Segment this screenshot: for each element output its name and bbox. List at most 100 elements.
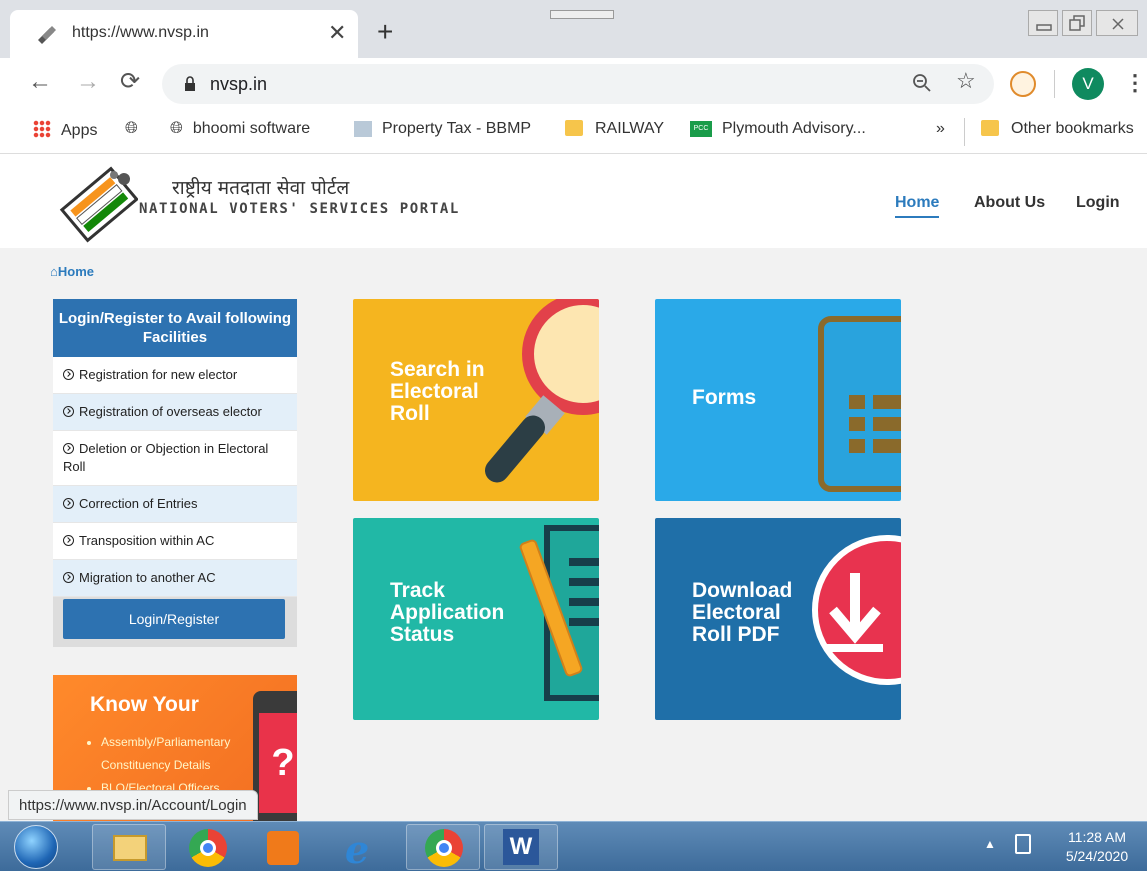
list-item[interactable]: Assembly/Parliamentary Constituency Deta… [101, 731, 261, 777]
bbmp-icon [354, 120, 372, 137]
bookmark-label: Property Tax - BBMP [382, 120, 532, 137]
facility-item-correction[interactable]: Correction of Entries [53, 486, 297, 523]
bookmark-railway[interactable]: RAILWAY [565, 120, 664, 138]
tile-search-electoral-roll[interactable]: Search in Electoral Roll [353, 299, 599, 501]
browser-tab[interactable]: https://www.nvsp.in ✕ [10, 10, 358, 58]
nav-login[interactable]: Login [1076, 194, 1120, 212]
globe-icon: 🌐︎ [170, 120, 183, 137]
site-header: राष्ट्रीय मतदाता सेवा पोर्टल NATIONAL VO… [0, 155, 1147, 248]
folder-icon [113, 835, 147, 861]
facility-label: Transposition within AC [79, 533, 215, 548]
taskbar-explorer-icon[interactable] [92, 824, 166, 870]
chevron-circle-icon [63, 498, 74, 509]
site-title-hindi: राष्ट्रीय मतदाता सेवा पोर्टल [172, 177, 350, 199]
restore-button[interactable] [1062, 10, 1092, 36]
breadcrumb-home: Home [57, 264, 94, 279]
zoom-icon[interactable] [912, 73, 932, 93]
facility-item-registration-overseas[interactable]: Registration of overseas elector [53, 394, 297, 431]
taskbar-media-icon[interactable] [246, 824, 320, 870]
bookmark-property-tax[interactable]: Property Tax - BBMP [354, 120, 531, 138]
bookmark-divider [964, 118, 965, 146]
minimize-button[interactable] [1028, 10, 1058, 36]
tab-close-icon[interactable]: ✕ [328, 20, 346, 46]
bookmark-globe[interactable]: 🌐︎ [125, 120, 148, 138]
login-register-button[interactable]: Login/Register [63, 599, 285, 639]
main-content: ⌂Home Login/Register to Avail following … [0, 248, 1147, 821]
chevron-circle-icon [63, 535, 74, 546]
tile-label: Track Application Status [390, 579, 505, 646]
media-player-icon [267, 831, 299, 865]
phone-illustration: ? [253, 691, 297, 821]
facility-item-deletion-objection[interactable]: Deletion or Objection in Electoral Roll [53, 431, 297, 486]
clock-date: 5/24/2020 [1065, 848, 1129, 864]
tile-download-electoral-roll[interactable]: Download Electoral Roll PDF [655, 518, 901, 720]
profile-avatar[interactable]: V [1072, 68, 1104, 100]
internet-explorer-icon: e [345, 827, 370, 871]
facility-item-migration[interactable]: Migration to another AC [53, 560, 297, 597]
address-bar[interactable]: nvsp.in [162, 64, 994, 104]
folder-icon [565, 120, 583, 136]
tile-label: Search in Electoral Roll [390, 358, 485, 425]
chrome-icon [189, 829, 227, 867]
folder-icon [981, 120, 999, 136]
bookmark-bhoomi[interactable]: 🌐︎ bhoomi software [170, 120, 310, 138]
forward-arrow-icon[interactable]: → [76, 68, 100, 96]
bookmark-label: RAILWAY [595, 120, 665, 137]
extension-icon[interactable] [1010, 71, 1036, 97]
chevron-circle-icon [63, 572, 74, 583]
breadcrumb[interactable]: ⌂Home [50, 264, 94, 279]
bookmark-apps[interactable]: Apps [33, 120, 97, 140]
taskbar-chrome-icon[interactable] [170, 824, 244, 870]
tile-track-application-status[interactable]: Track Application Status [353, 518, 599, 720]
facility-label: Registration for new elector [79, 367, 238, 382]
taskbar-word-icon[interactable]: W [484, 824, 558, 870]
bookmarks-overflow-chevron[interactable]: » [936, 120, 945, 138]
system-clock[interactable]: 11:28 AM 5/24/2020 [1052, 828, 1142, 866]
reload-icon[interactable]: ⟳ [120, 68, 140, 96]
restore-icon [1069, 15, 1085, 31]
nav-home[interactable]: Home [895, 194, 940, 218]
eci-logo-icon[interactable] [58, 163, 138, 243]
browser-toolbar: ← → ⟳ nvsp.in ☆ V ⋮ [0, 58, 1147, 110]
close-window-button[interactable] [1096, 10, 1138, 36]
facility-item-transposition[interactable]: Transposition within AC [53, 523, 297, 560]
facility-item-registration-new[interactable]: Registration for new elector [53, 357, 297, 394]
start-button[interactable] [14, 825, 58, 869]
browser-menu-icon[interactable]: ⋮ [1124, 70, 1146, 96]
chevron-circle-icon [63, 406, 74, 417]
bookmark-star-icon[interactable]: ☆ [956, 68, 976, 94]
bookmark-other[interactable]: Other bookmarks [981, 120, 1134, 138]
taskbar-ie-icon[interactable]: e [326, 824, 400, 871]
panel-heading: Login/Register to Avail following Facili… [53, 299, 297, 357]
bookmark-plymouth[interactable]: PCC Plymouth Advisory... [690, 120, 866, 138]
tab-title: https://www.nvsp.in [72, 24, 209, 41]
bookmarks-bar: Apps 🌐︎ 🌐︎ bhoomi software Property Tax -… [0, 110, 1147, 154]
lock-icon [185, 76, 195, 91]
question-mark-icon: ? [259, 713, 297, 813]
minimize-icon [1036, 24, 1052, 31]
clock-time: 11:28 AM [1067, 829, 1127, 845]
network-icon[interactable] [1015, 834, 1031, 854]
close-icon [1112, 18, 1124, 30]
globe-icon: 🌐︎ [125, 120, 138, 137]
taskbar-chrome-active-icon[interactable] [406, 824, 480, 870]
browser-tab-strip: https://www.nvsp.in ✕ + [0, 0, 1147, 58]
site-title-english: NATIONAL VOTERS' SERVICES PORTAL [139, 201, 460, 217]
facility-label: Migration to another AC [79, 570, 216, 585]
new-tab-button[interactable]: + [377, 18, 393, 46]
url-text: nvsp.in [210, 74, 268, 94]
tile-label: Forms [692, 386, 757, 409]
back-arrow-icon[interactable]: ← [28, 68, 52, 96]
windows-taskbar: e W ▲ 11:28 AM 5/24/2020 [0, 821, 1147, 871]
tile-label: Download Electoral Roll PDF [692, 579, 793, 646]
home-icon: ⌂ [50, 264, 58, 279]
link-status-bubble: https://www.nvsp.in/Account/Login [8, 790, 258, 820]
bookmark-label: bhoomi software [192, 120, 311, 138]
facility-label: Registration of overseas elector [79, 404, 262, 419]
know-your-title: Know Your [90, 693, 199, 716]
window-drag-handle[interactable] [550, 10, 614, 19]
tray-expand-icon[interactable]: ▲ [984, 837, 996, 851]
nav-about-us[interactable]: About Us [974, 194, 1045, 212]
toolbar-divider [1054, 70, 1055, 98]
tile-forms[interactable]: Forms [655, 299, 901, 501]
